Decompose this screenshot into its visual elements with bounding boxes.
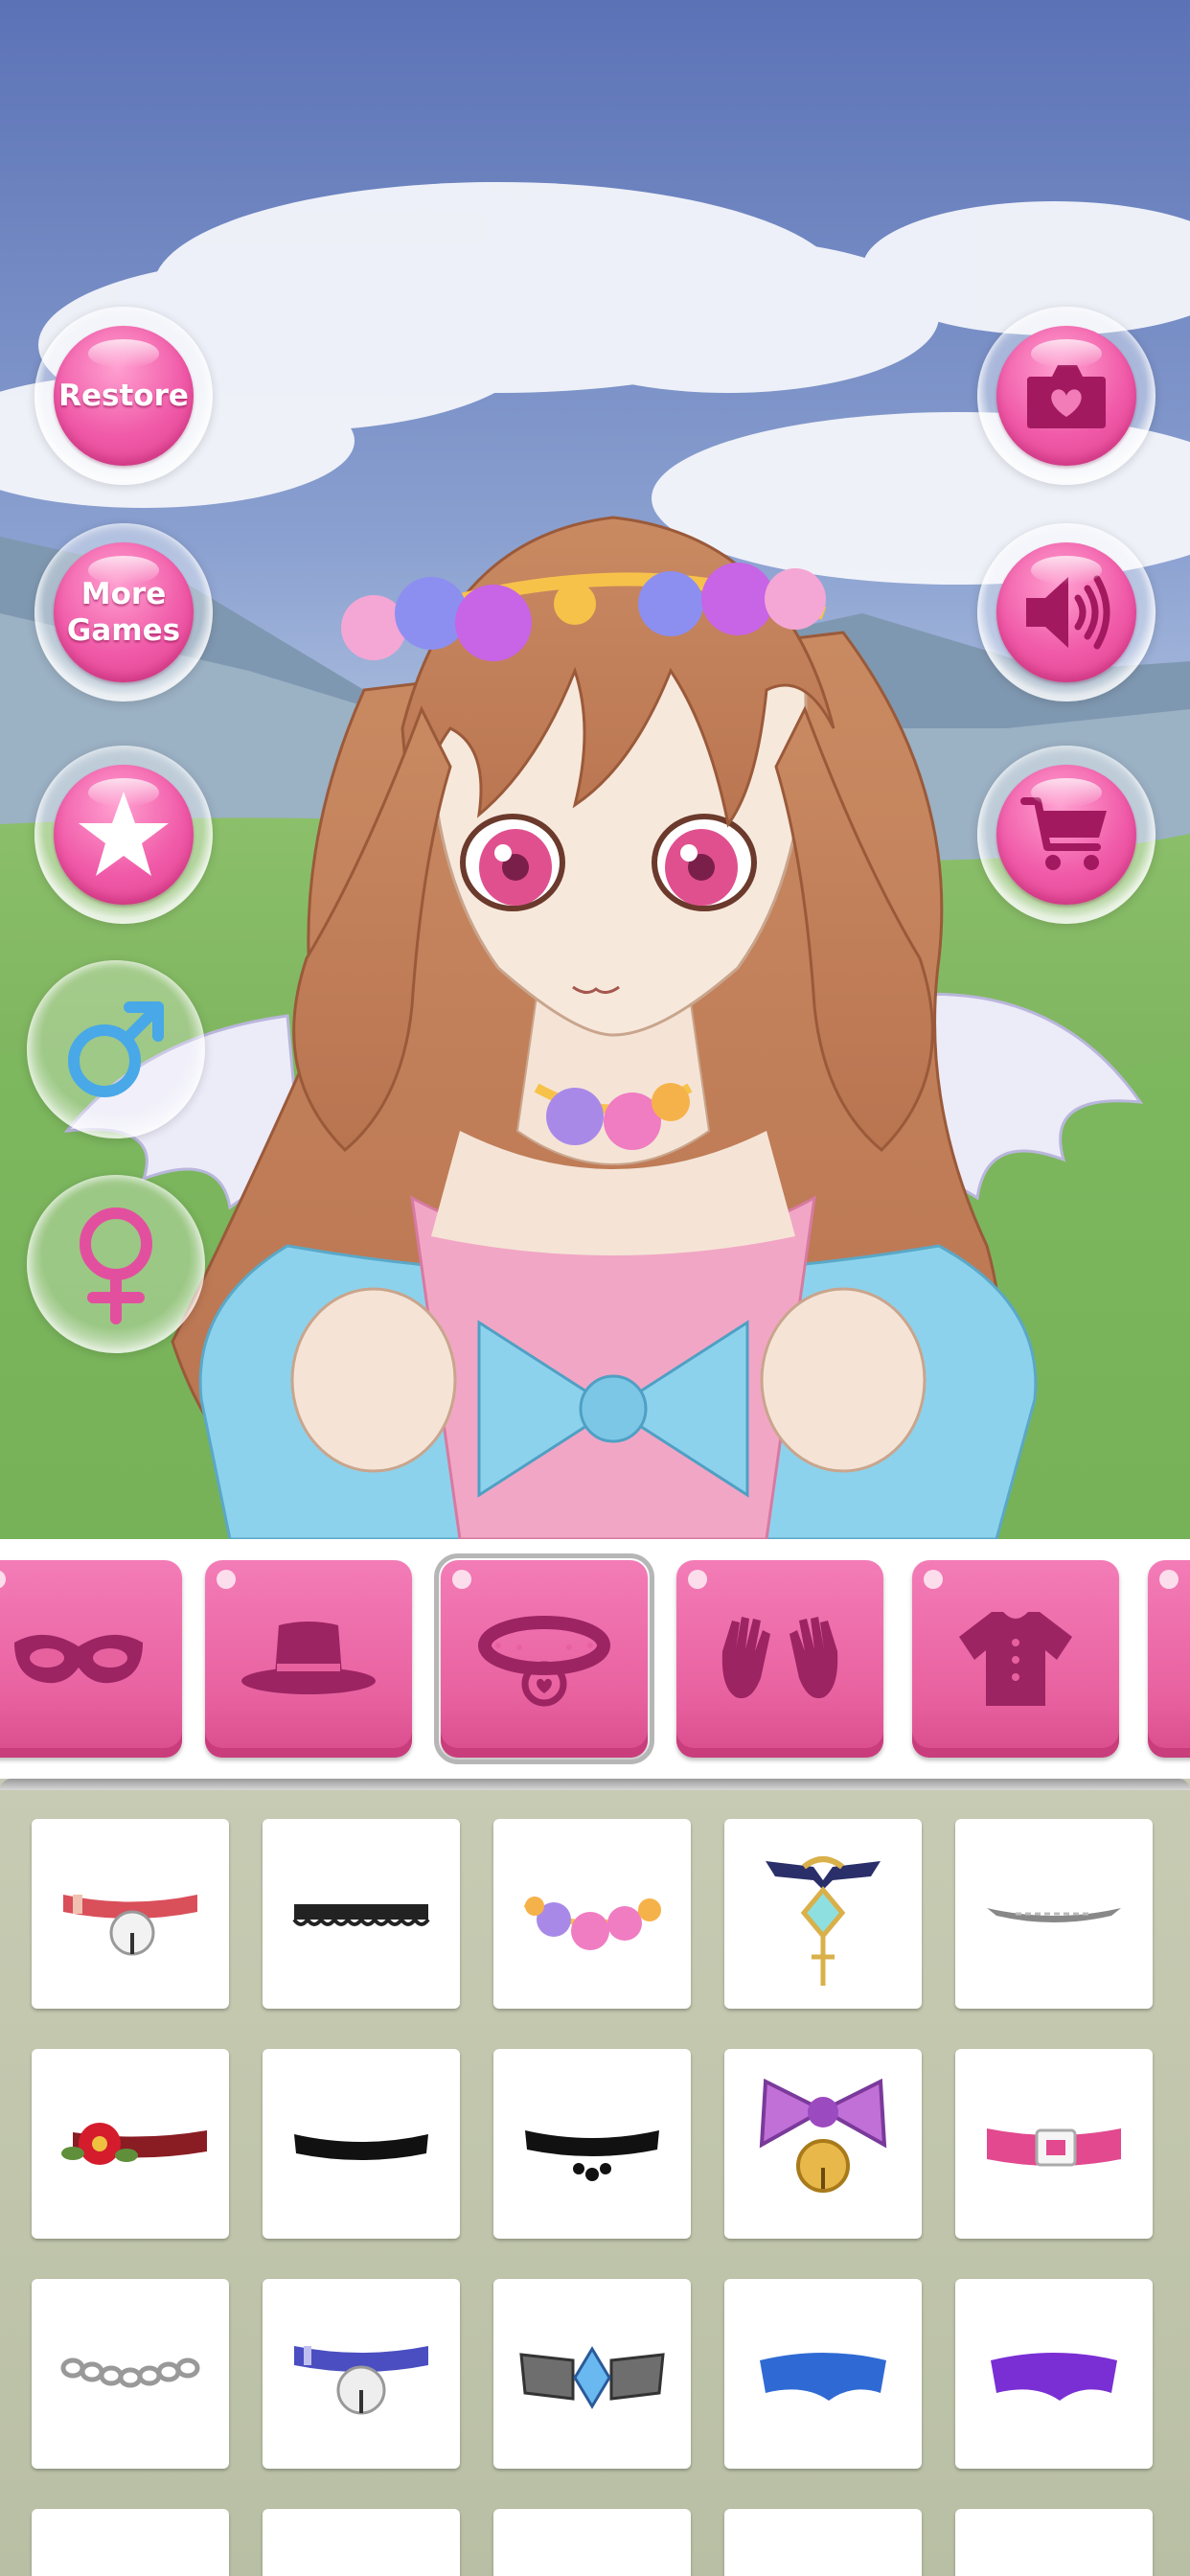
shopping-cart-icon — [1020, 797, 1107, 870]
more-games-label: More Games — [66, 577, 181, 648]
item-gold-cross-necklace[interactable] — [724, 1819, 922, 2009]
item-red-rose-choker[interactable] — [32, 2049, 229, 2239]
speaker-icon — [1026, 575, 1110, 650]
restore-label: Restore — [58, 379, 189, 413]
tab-mask[interactable] — [0, 1560, 182, 1758]
star-icon — [79, 792, 169, 876]
item-black-ribbon-choker[interactable] — [263, 2049, 460, 2239]
category-tab-strip[interactable] — [0, 1539, 1190, 1779]
item-pink-bow-ribbon[interactable] — [263, 2509, 460, 2576]
item-black-bow-ribbon[interactable] — [724, 2509, 922, 2576]
item-silver-chain-necklace[interactable] — [32, 2279, 229, 2469]
tab-gloves[interactable] — [676, 1560, 883, 1758]
restore-button[interactable]: Restore — [34, 307, 213, 485]
item-row4-empty[interactable] — [32, 2509, 229, 2576]
item-armor-gem-collar[interactable] — [493, 2279, 691, 2469]
item-blue-scarf[interactable] — [724, 2279, 922, 2469]
item-purple-scarf[interactable] — [955, 2279, 1153, 2469]
items-panel[interactable] — [0, 1779, 1190, 2576]
female-symbol-icon — [80, 1208, 152, 1324]
camera-button[interactable] — [977, 307, 1156, 485]
mask-icon — [14, 1634, 143, 1684]
item-blue-bell-choker[interactable] — [263, 2279, 460, 2469]
item-chain-choker[interactable] — [955, 1819, 1153, 2009]
hat-icon — [241, 1622, 376, 1694]
sound-button[interactable] — [977, 523, 1156, 702]
choker-icon — [478, 1616, 610, 1707]
female-button[interactable] — [27, 1175, 205, 1353]
item-flower-wreath-necklace[interactable] — [493, 1819, 691, 2009]
tab-collar[interactable] — [434, 1553, 654, 1764]
gloves-icon — [721, 1617, 838, 1699]
male-button[interactable] — [27, 960, 205, 1138]
item-red-bell-choker[interactable] — [32, 1819, 229, 2009]
shirt-icon — [959, 1612, 1072, 1706]
character-scene: Restore More Games — [0, 0, 1190, 1539]
tab-hat[interactable] — [205, 1560, 412, 1758]
item-row4-empty-2[interactable] — [955, 2509, 1153, 2576]
item-pink-buckle-collar[interactable] — [955, 2049, 1153, 2239]
shop-button[interactable] — [977, 746, 1156, 924]
tab-top[interactable] — [912, 1560, 1119, 1758]
item-blue-bow-ribbon[interactable] — [493, 2509, 691, 2576]
camera-heart-icon — [1027, 365, 1106, 428]
male-symbol-icon — [68, 1001, 164, 1097]
item-black-bead-choker[interactable] — [493, 2049, 691, 2239]
more-games-button[interactable]: More Games — [34, 523, 213, 702]
rate-button[interactable] — [34, 746, 213, 924]
item-purple-bow-bell[interactable] — [724, 2049, 922, 2239]
item-black-lace-choker[interactable] — [263, 1819, 460, 2009]
tab-partial[interactable] — [1148, 1560, 1190, 1758]
